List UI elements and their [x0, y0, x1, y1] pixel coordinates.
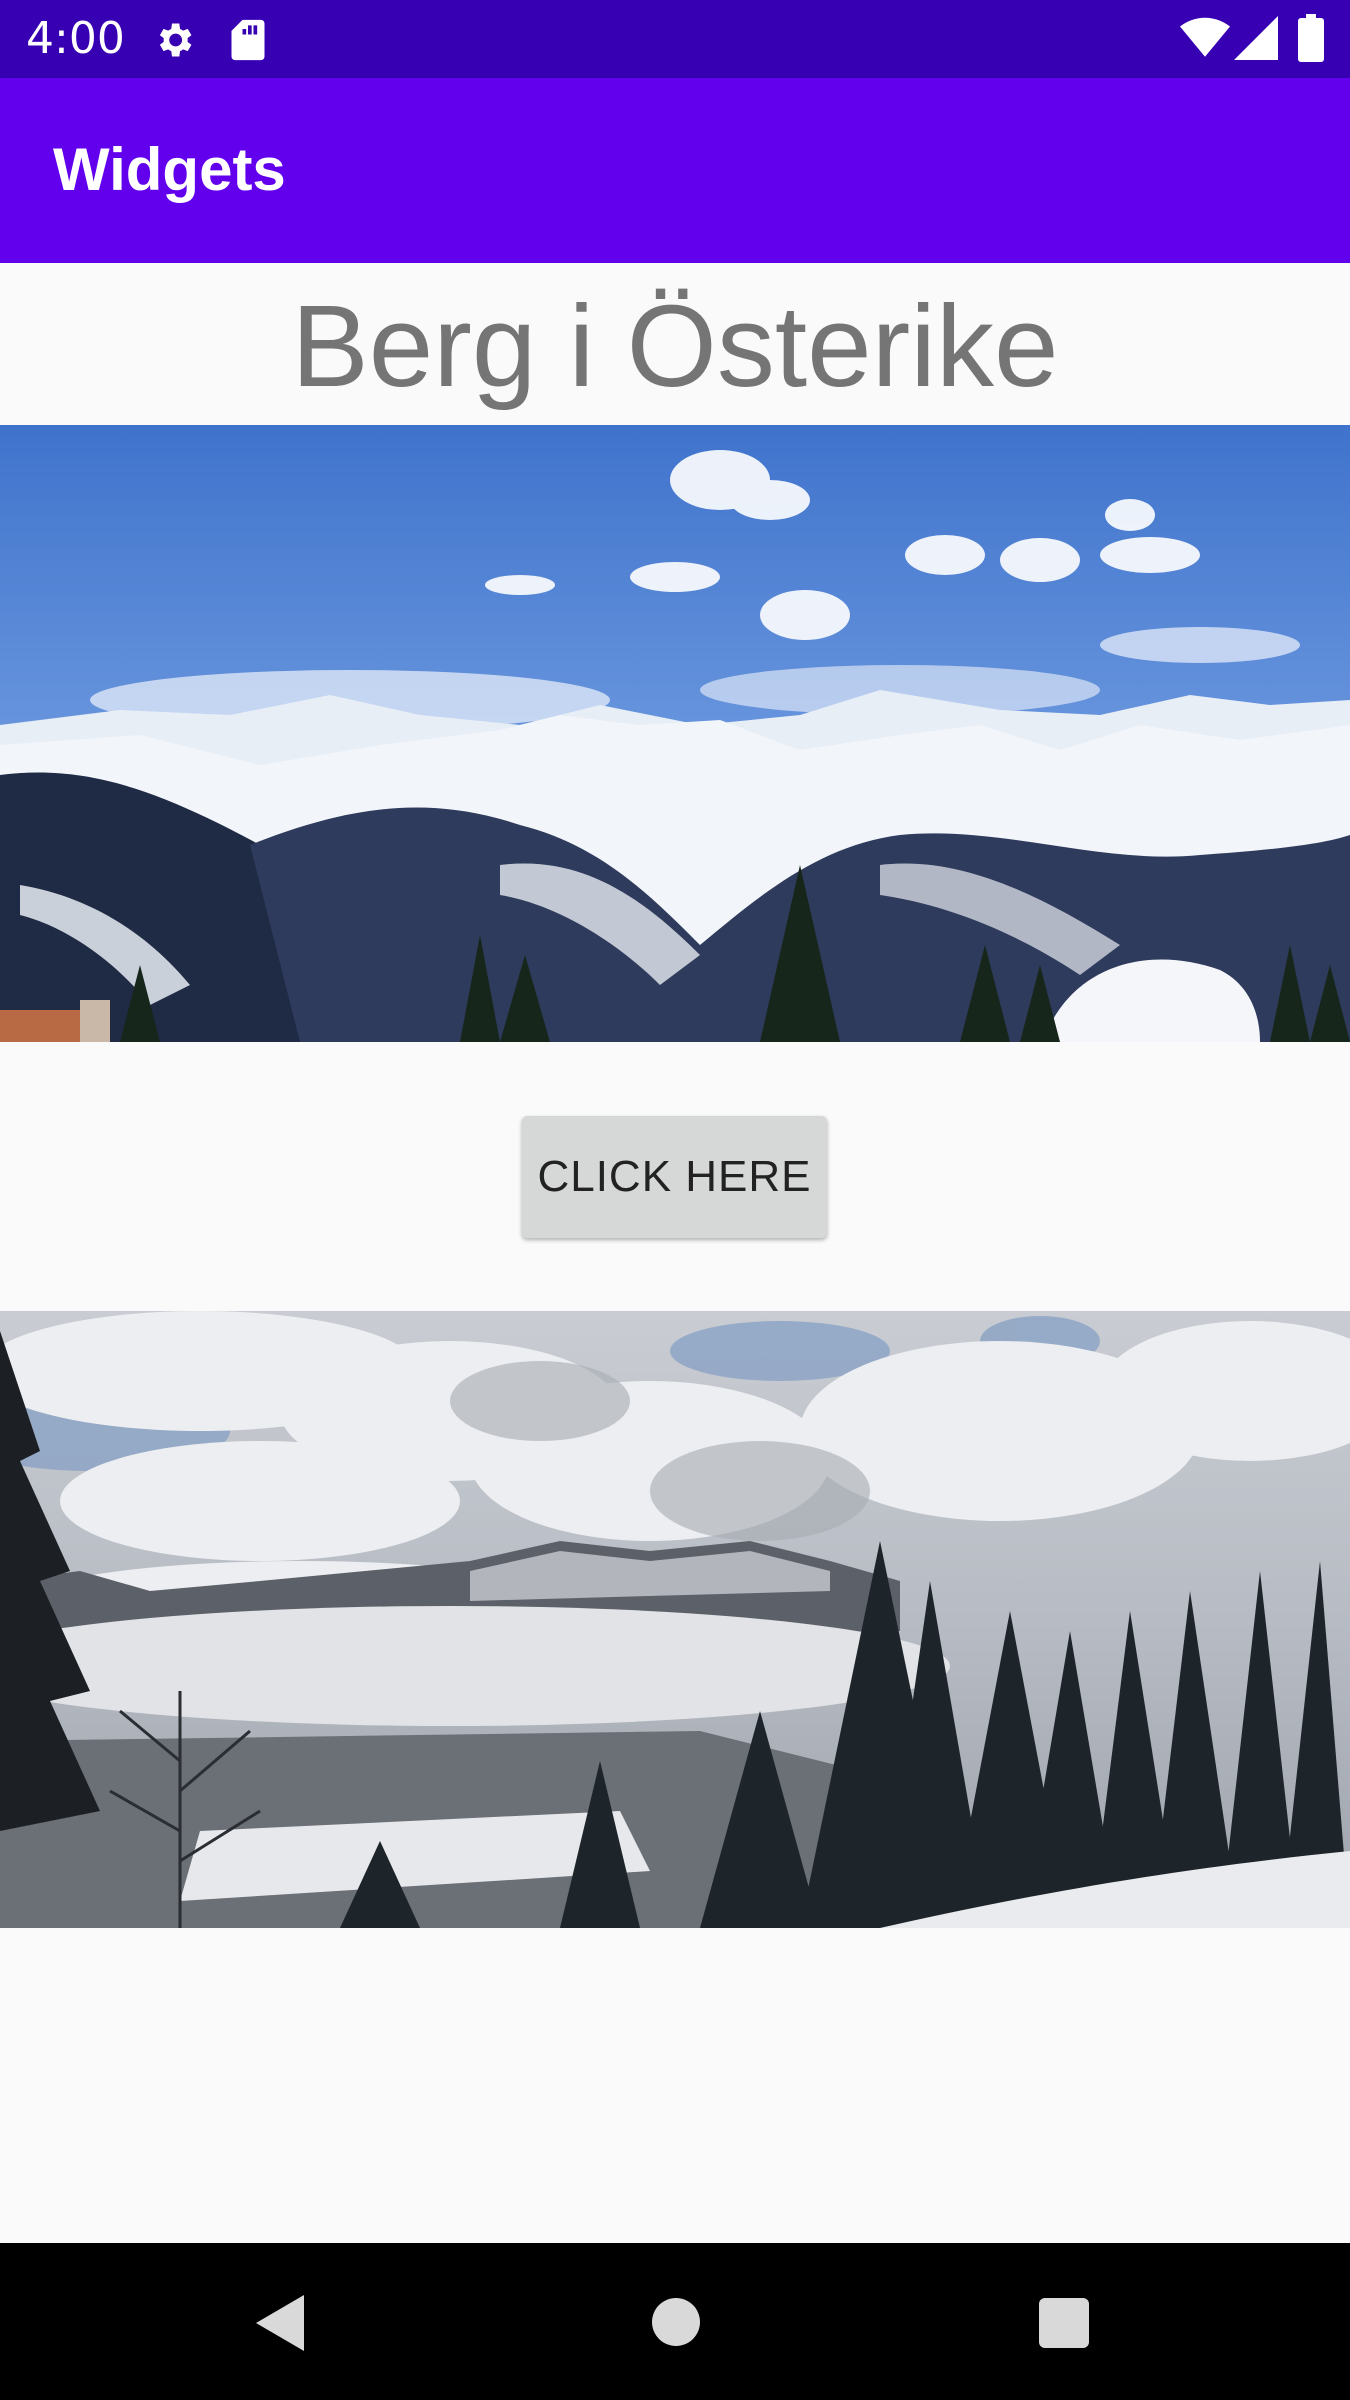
gear-icon [152, 18, 196, 66]
sd-card-icon [228, 18, 268, 66]
mountain-panorama-image [0, 425, 1350, 1042]
app-bar: Widgets [0, 78, 1350, 263]
battery-icon [1298, 14, 1324, 66]
app-title: Widgets [53, 136, 286, 203]
home-icon[interactable] [651, 2297, 701, 2351]
main-content: Berg i Österike CLICK HERE [0, 263, 1350, 2243]
status-time: 4:00 [26, 13, 125, 64]
page-heading: Berg i Österike [291, 281, 1059, 411]
signal-icon [1234, 16, 1278, 64]
click-here-button[interactable]: CLICK HERE [522, 1116, 827, 1238]
back-icon[interactable] [256, 2295, 308, 2355]
cloudy-valley-forest-image [0, 1311, 1350, 1928]
wifi-icon [1180, 16, 1230, 64]
navigation-bar [0, 2243, 1350, 2400]
recents-icon[interactable] [1039, 2298, 1089, 2352]
status-bar: 4:00 [0, 0, 1350, 78]
